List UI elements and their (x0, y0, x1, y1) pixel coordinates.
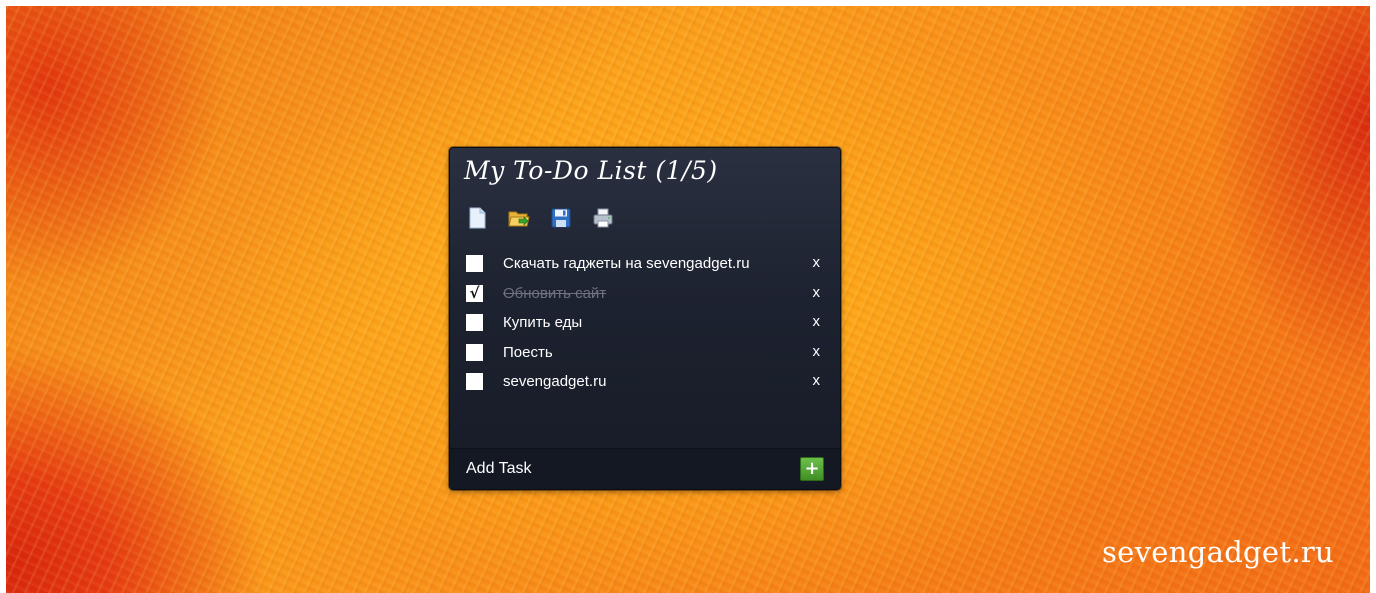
delete-task-button[interactable]: x (813, 372, 821, 389)
todo-gadget[interactable]: My To-Do List (1/5) Скачать гаджеты на s… (449, 147, 841, 490)
save-icon[interactable] (550, 207, 572, 229)
task-label[interactable]: Поесть (503, 344, 553, 361)
task-item: Купить еды x (466, 308, 828, 338)
delete-task-button[interactable]: x (813, 313, 821, 330)
print-icon[interactable] (592, 207, 614, 229)
task-label[interactable]: Обновить сайт (503, 285, 606, 302)
task-checkbox[interactable] (466, 343, 483, 361)
task-item: √ Обновить сайт x (466, 279, 828, 309)
delete-task-button[interactable]: x (813, 343, 821, 360)
task-checkbox[interactable] (466, 373, 483, 391)
delete-task-button[interactable]: x (813, 284, 821, 301)
task-item: sevengadget.ru x (466, 367, 828, 397)
task-item: Скачать гаджеты на sevengadget.ru x (466, 249, 828, 279)
add-task-label[interactable]: Add Task (466, 460, 532, 478)
new-document-icon[interactable] (466, 207, 488, 229)
gadget-title: My To-Do List (1/5) (464, 156, 718, 185)
task-label[interactable]: Скачать гаджеты на sevengadget.ru (503, 255, 750, 272)
task-checkbox[interactable] (466, 314, 483, 332)
gadget-footer: Add Task + (450, 448, 840, 489)
task-list: Скачать гаджеты на sevengadget.ru x √ Об… (466, 249, 828, 397)
delete-task-button[interactable]: x (813, 254, 821, 271)
add-task-button[interactable]: + (800, 457, 824, 481)
open-folder-icon[interactable] (508, 207, 530, 229)
desktop-wallpaper: My To-Do List (1/5) Скачать гаджеты на s… (6, 6, 1370, 593)
task-label[interactable]: sevengadget.ru (503, 373, 606, 390)
task-checkbox[interactable] (466, 255, 483, 273)
task-checkbox[interactable]: √ (466, 284, 483, 302)
watermark: sevengadget.ru (1101, 535, 1334, 569)
task-item: Поесть x (466, 338, 828, 368)
gadget-toolbar (466, 207, 614, 229)
task-label[interactable]: Купить еды (503, 314, 582, 331)
